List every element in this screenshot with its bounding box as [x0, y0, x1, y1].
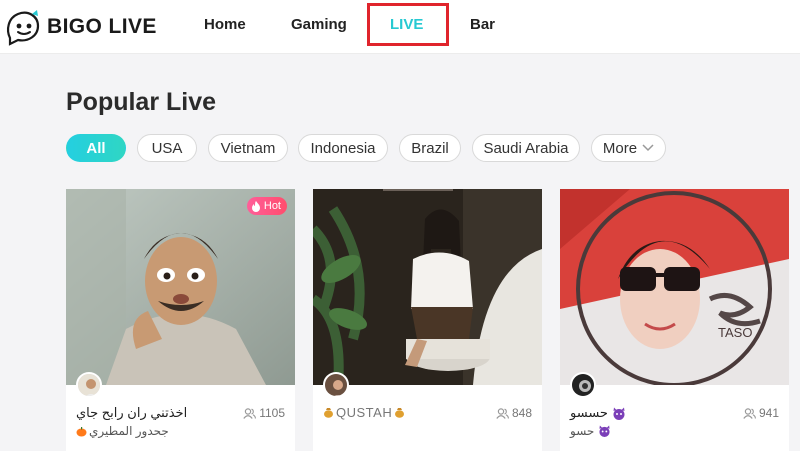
- filter-saudi-arabia[interactable]: Saudi Arabia: [472, 134, 580, 162]
- nav-bar[interactable]: Bar: [470, 16, 495, 33]
- devil-face-icon: [613, 407, 625, 420]
- pumpkin-icon: [76, 426, 87, 436]
- streamer-name: حسو: [570, 424, 611, 438]
- filter-more-label: More: [602, 139, 638, 157]
- live-card[interactable]: TASO حسسو حسو 941: [560, 189, 789, 451]
- stream-title: اخذتني ران رابح جاي: [76, 405, 188, 420]
- filter-all[interactable]: All: [66, 134, 126, 162]
- hot-badge-label: Hot: [263, 200, 281, 212]
- flame-icon: [251, 200, 260, 212]
- filter-usa[interactable]: USA: [137, 134, 197, 162]
- viewers-icon: [743, 407, 756, 419]
- filter-more[interactable]: More: [591, 134, 666, 162]
- avatar[interactable]: [323, 372, 349, 398]
- streamer-name-text: حسو: [570, 424, 595, 438]
- viewers-icon: [243, 407, 257, 419]
- stream-title: حسسو: [570, 405, 626, 421]
- hot-badge: Hot: [246, 197, 287, 215]
- viewer-count: 941: [743, 406, 779, 420]
- viewers-icon: [496, 407, 509, 419]
- filter-brazil[interactable]: Brazil: [399, 134, 461, 162]
- streamer-name: جحدور المطيري: [76, 424, 169, 438]
- devil-face-icon: [599, 425, 610, 437]
- stream-thumbnail[interactable]: TASO: [560, 189, 789, 385]
- live-card[interactable]: Hot اخذتني ران رابح جاي جحدور المطيري 11…: [66, 189, 295, 451]
- viewer-count-value: 848: [511, 406, 532, 420]
- stream-title-text: QUSTAH: [336, 405, 393, 420]
- stream-thumbnail[interactable]: Hot: [66, 189, 295, 385]
- viewer-count-value: 1105: [259, 406, 285, 420]
- viewer-count: 1105: [243, 406, 285, 420]
- viewer-count-value: 941: [758, 406, 779, 420]
- live-card[interactable]: QUSTAH 848: [313, 189, 542, 451]
- avatar[interactable]: [570, 372, 596, 398]
- top-header: BIGO LIVE Home Gaming LIVE Bar: [0, 0, 800, 54]
- stream-title-text: حسسو: [570, 405, 608, 420]
- nav-home[interactable]: Home: [204, 16, 246, 33]
- money-bag-icon: [324, 408, 333, 418]
- filter-indonesia[interactable]: Indonesia: [298, 134, 388, 162]
- page-title: Popular Live: [66, 88, 217, 116]
- nav-gaming[interactable]: Gaming: [291, 16, 347, 33]
- logo-text: BIGO LIVE: [47, 15, 157, 38]
- svg-text:TASO: TASO: [718, 325, 752, 340]
- bigo-mascot-icon: [7, 10, 40, 46]
- money-bag-icon: [395, 408, 405, 418]
- stream-thumbnail[interactable]: [313, 189, 542, 385]
- viewer-count: 848: [496, 406, 532, 420]
- avatar[interactable]: [76, 372, 102, 398]
- live-highlight-box: [367, 3, 449, 46]
- chevron-down-icon: [642, 144, 654, 152]
- streamer-name-text: جحدور المطيري: [89, 424, 169, 438]
- stream-title: QUSTAH: [323, 405, 405, 420]
- bigo-live-logo[interactable]: BIGO LIVE: [4, 8, 157, 46]
- filter-vietnam[interactable]: Vietnam: [208, 134, 288, 162]
